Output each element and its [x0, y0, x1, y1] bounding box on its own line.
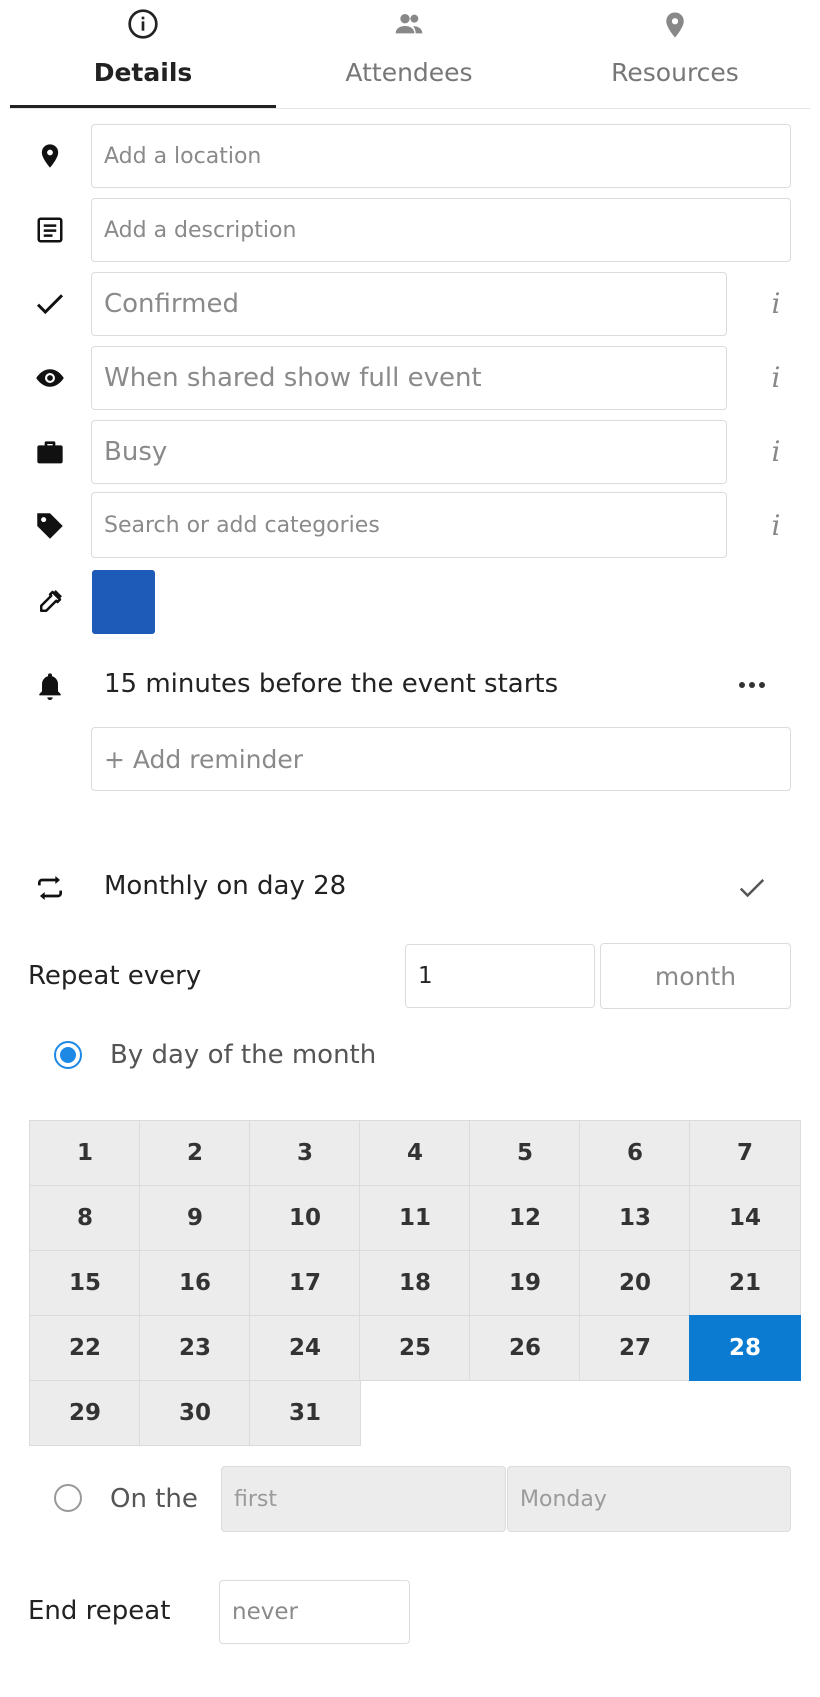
bell-icon [30, 666, 70, 706]
day-cell[interactable]: 9 [139, 1185, 251, 1251]
checkmark-icon [30, 284, 70, 324]
day-cell[interactable]: 10 [249, 1185, 361, 1251]
by-day-radio[interactable] [54, 1041, 82, 1069]
day-cell[interactable]: 26 [469, 1315, 581, 1381]
repeat-unit-select[interactable]: month [600, 943, 791, 1009]
reminder-text: 15 minutes before the event starts [104, 669, 559, 699]
briefcase-icon [30, 432, 70, 472]
description-input[interactable]: Add a description [91, 198, 791, 262]
location-icon [30, 136, 70, 176]
eyedropper-icon [30, 582, 70, 622]
tab-bar: Details Attendees Resources [10, 0, 810, 109]
repeat-interval-input[interactable]: 1 [405, 944, 595, 1008]
day-cell[interactable]: 28 [689, 1315, 801, 1381]
categories-placeholder: Search or add categories [104, 512, 380, 538]
weekday-select[interactable]: Monday [507, 1466, 791, 1532]
status-value: Confirmed [104, 289, 239, 319]
color-swatch[interactable] [92, 570, 155, 634]
categories-info-icon[interactable]: i [760, 506, 792, 546]
availability-info-icon[interactable]: i [760, 432, 792, 472]
by-day-label: By day of the month [110, 1040, 377, 1070]
day-cell[interactable]: 14 [689, 1185, 801, 1251]
day-cell[interactable]: 23 [139, 1315, 251, 1381]
day-cell[interactable]: 13 [579, 1185, 691, 1251]
day-cell[interactable]: 31 [249, 1380, 361, 1446]
availability-select[interactable]: Busy [91, 420, 727, 484]
day-cell[interactable]: 25 [359, 1315, 471, 1381]
day-cell[interactable]: 29 [29, 1380, 141, 1446]
day-cell[interactable]: 6 [579, 1120, 691, 1186]
visibility-info-icon[interactable]: i [760, 358, 792, 398]
tag-icon [30, 506, 70, 546]
location-placeholder: Add a location [104, 143, 262, 169]
day-cell[interactable]: 17 [249, 1250, 361, 1316]
ordinal-value: first [234, 1486, 277, 1512]
more-dots-icon [739, 682, 765, 688]
location-input[interactable]: Add a location [91, 124, 791, 188]
end-repeat-select[interactable]: never [219, 1580, 410, 1644]
add-reminder-button[interactable]: + Add reminder [91, 727, 791, 791]
day-cell[interactable]: 19 [469, 1250, 581, 1316]
repeat-unit-value: month [654, 961, 737, 991]
day-cell[interactable]: 20 [579, 1250, 691, 1316]
day-cell[interactable]: 11 [359, 1185, 471, 1251]
day-cell[interactable]: 24 [249, 1315, 361, 1381]
day-cell[interactable]: 30 [139, 1380, 251, 1446]
description-icon [30, 210, 70, 250]
info-icon [10, 8, 276, 40]
repeat-summary: Monthly on day 28 [104, 871, 347, 901]
tab-attendees-label: Attendees [345, 58, 473, 87]
availability-value: Busy [104, 437, 168, 467]
day-cell[interactable]: 16 [139, 1250, 251, 1316]
tab-details-label: Details [93, 58, 193, 87]
day-cell[interactable]: 7 [689, 1120, 801, 1186]
end-repeat-value: never [232, 1599, 298, 1625]
day-cell[interactable]: 27 [579, 1315, 691, 1381]
day-cell[interactable]: 8 [29, 1185, 141, 1251]
day-cell[interactable]: 22 [29, 1315, 141, 1381]
status-info-icon[interactable]: i [760, 284, 792, 324]
visibility-value: When shared show full event [104, 363, 482, 393]
day-cell[interactable]: 21 [689, 1250, 801, 1316]
visibility-select[interactable]: When shared show full event [91, 346, 727, 410]
day-cell[interactable]: 4 [359, 1120, 471, 1186]
ordinal-select[interactable]: first [221, 1466, 506, 1532]
description-placeholder: Add a description [104, 217, 297, 243]
people-icon [276, 8, 542, 40]
day-cell[interactable]: 18 [359, 1250, 471, 1316]
tab-resources-label: Resources [611, 58, 739, 87]
tab-details[interactable]: Details [10, 0, 276, 108]
end-repeat-label: End repeat [28, 1596, 171, 1626]
day-cell[interactable]: 5 [469, 1120, 581, 1186]
map-marker-icon [542, 8, 808, 40]
reminder-more-button[interactable] [732, 667, 772, 703]
checkmark-icon [739, 878, 765, 898]
eye-icon [30, 358, 70, 398]
repeat-interval-value: 1 [418, 963, 433, 989]
repeat-every-label: Repeat every [28, 961, 202, 991]
weekday-value: Monday [520, 1486, 607, 1512]
tab-attendees[interactable]: Attendees [276, 0, 542, 108]
day-cell[interactable]: 2 [139, 1120, 251, 1186]
categories-input[interactable]: Search or add categories [91, 492, 727, 558]
repeat-confirm-button[interactable] [732, 868, 772, 908]
status-select[interactable]: Confirmed [91, 272, 727, 336]
day-cell[interactable]: 1 [29, 1120, 141, 1186]
day-cell[interactable]: 12 [469, 1185, 581, 1251]
on-the-label: On the [110, 1484, 198, 1514]
on-the-radio[interactable] [54, 1484, 82, 1512]
repeat-icon [30, 868, 70, 908]
day-cell[interactable]: 15 [29, 1250, 141, 1316]
day-cell[interactable]: 3 [249, 1120, 361, 1186]
tab-resources[interactable]: Resources [542, 0, 808, 108]
add-reminder-label: + Add reminder [104, 744, 304, 774]
